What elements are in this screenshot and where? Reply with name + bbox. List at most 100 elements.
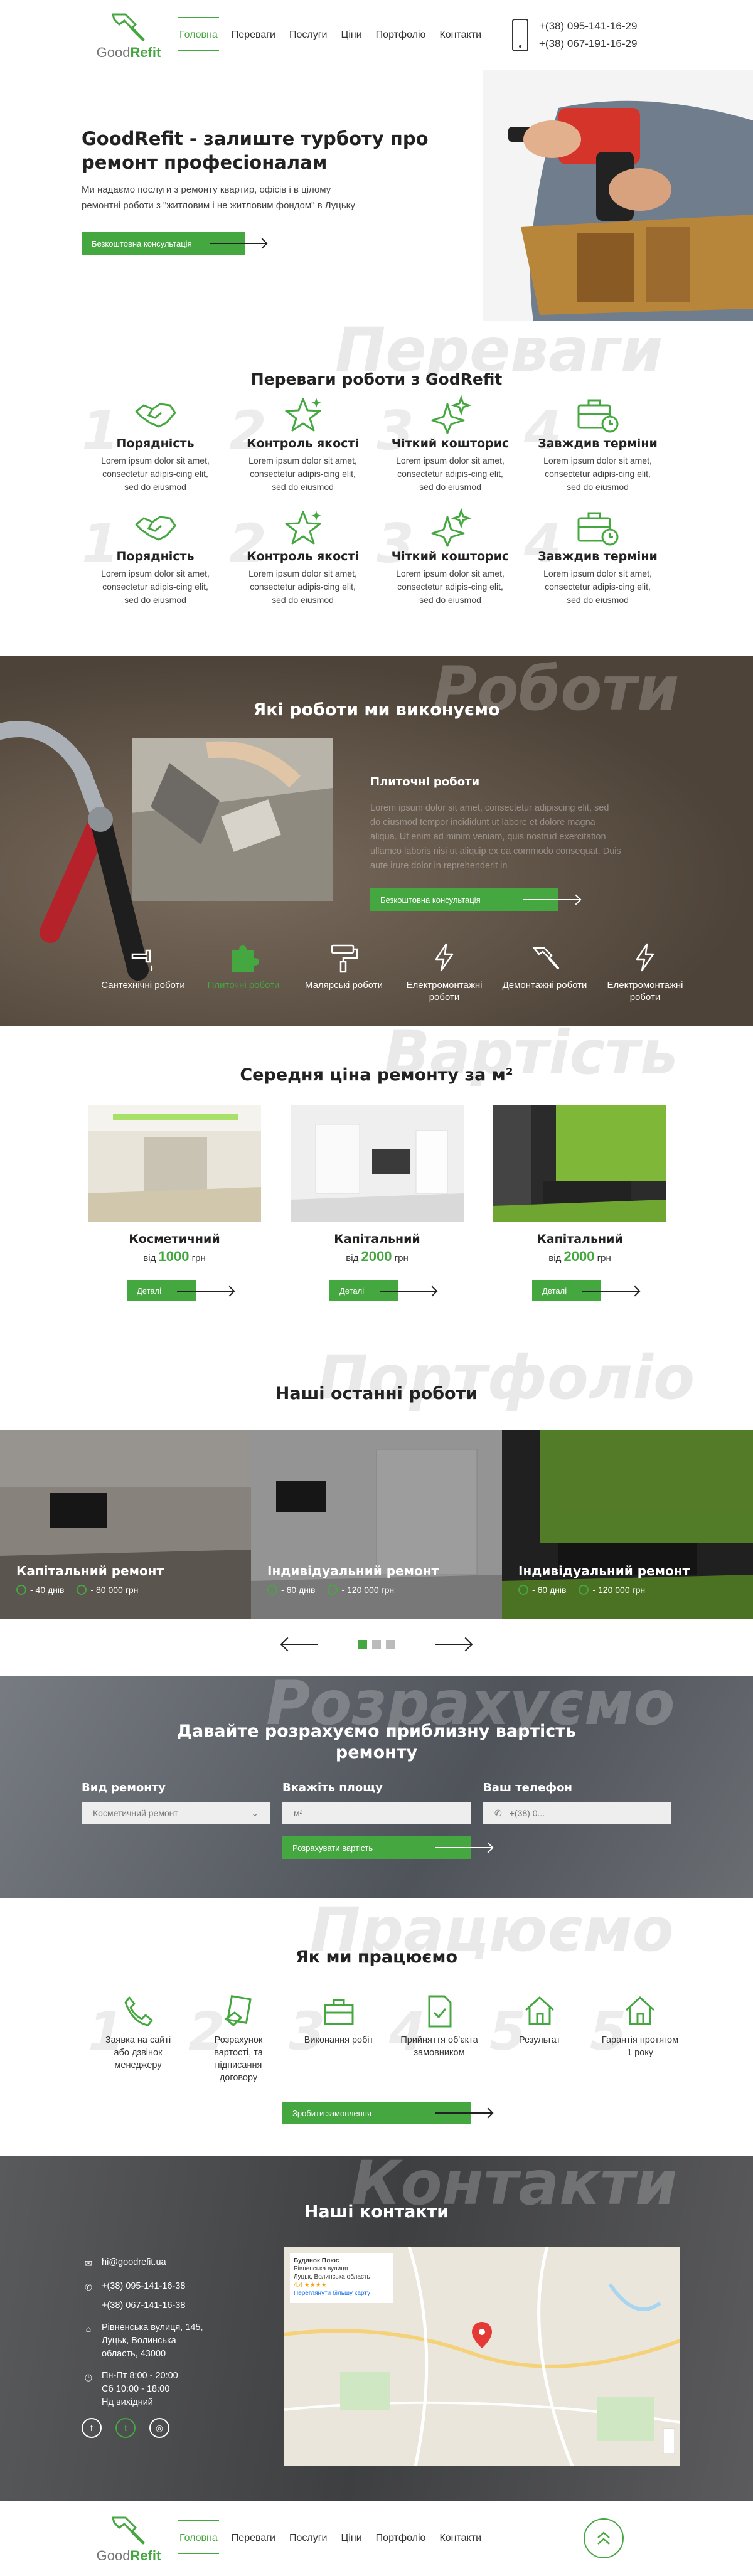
sparkle-icon: [429, 508, 473, 547]
slider-dot[interactable]: [386, 1640, 395, 1649]
slider-dot[interactable]: [358, 1640, 367, 1649]
location-pin-icon: ⌂: [85, 2324, 92, 2334]
contact-address: Рівненська вулиця, 145, Луцьк, Волинська…: [102, 2323, 203, 2359]
phone-2[interactable]: +(38) 067-191-16-29: [539, 35, 637, 53]
footer-logo[interactable]: GoodRefit: [88, 2513, 169, 2564]
steps-list: 1 Заявка на сайті або дзвінок менеджеру 2…: [88, 1994, 690, 2084]
feature-item: 3 Чіткий кошторис Lorem ipsum dolor sit am…: [376, 508, 524, 605]
footer-nav-portfolio[interactable]: Портфоліо: [376, 2529, 426, 2548]
how-title: Як ми працюємо: [296, 1947, 457, 1967]
sparkle-icon: [429, 395, 473, 434]
nav-item-contacts[interactable]: Контакти: [439, 26, 481, 45]
service-tiling[interactable]: Плиточні роботи: [193, 942, 294, 1003]
nav-item-services[interactable]: Послуги: [289, 26, 328, 45]
features-section: Переваги Переваги роботи з GodRefit 1 Пор…: [0, 315, 753, 656]
handshake-icon: [134, 395, 178, 434]
document-check-icon: [389, 1994, 489, 2031]
area-label: Вкажіть площу: [282, 1781, 383, 1794]
service-electric[interactable]: Електромонтажні роботи: [394, 942, 494, 1003]
hero-worker-photo: [483, 70, 753, 321]
hero-text: Ми надаємо послуги з ремонту квартир, оф…: [82, 184, 355, 211]
works-active-text: Lorem ipsum dolor sit amet, consectetur …: [370, 803, 621, 871]
service-plumbing[interactable]: Сантехнічні роботи: [93, 942, 193, 1003]
arrow-right-icon: [210, 243, 266, 244]
price-card: Капітальний від 2000 грн Деталі: [291, 1105, 464, 1301]
step-item: 2 Розрахунок вартості, та підписання дого…: [188, 1994, 289, 2084]
main-nav: Головна Переваги Послуги Ціни Портфоліо …: [178, 17, 495, 51]
twitter-icon[interactable]: t: [115, 2418, 136, 2438]
price-card: Капітальний від 2000 грн Деталі: [493, 1105, 666, 1301]
footer-nav-prices[interactable]: Ціни: [341, 2529, 362, 2548]
works-consult-button[interactable]: Безкоштовна консультація: [370, 888, 580, 911]
hours-weekdays: Пн-Пт 8:00 - 20:00: [102, 2371, 178, 2381]
nav-item-portfolio[interactable]: Портфоліо: [376, 26, 426, 45]
features-grid: 1 Порядність Lorem ipsum dolor sit amet, c…: [82, 395, 671, 605]
nav-item-prices[interactable]: Ціни: [341, 26, 362, 45]
logo[interactable]: GoodRefit: [88, 9, 169, 61]
footer-nav-services[interactable]: Послуги: [289, 2529, 328, 2548]
footer-nav-contacts[interactable]: Контакти: [439, 2529, 481, 2548]
service-painting[interactable]: Малярські роботи: [294, 942, 394, 1003]
portfolio-slide[interactable]: Індивідуальний ремонт - 60 днів - 120 000 …: [251, 1430, 502, 1619]
repair-type-label: Вид ремонту: [82, 1781, 166, 1794]
service-electric-2[interactable]: Електромонтажні роботи: [595, 942, 695, 1003]
phone-icon: ✆: [84, 2283, 93, 2293]
price-details-button[interactable]: Деталі: [329, 1280, 436, 1301]
arrow-left-icon[interactable]: [282, 1644, 318, 1645]
service-demolition[interactable]: Демонтажні роботи: [494, 942, 595, 1003]
works-title: Які роботи ми виконуємо: [253, 700, 500, 720]
phone-input[interactable]: ✆ +(38) 0...: [483, 1802, 671, 1824]
repair-type-select[interactable]: Косметичний ремонт ⌄: [82, 1802, 270, 1824]
phone-1[interactable]: +(38) 095-141-16-29: [539, 18, 637, 35]
handshake-icon: [134, 508, 178, 547]
works-section: Роботи Які роботи ми виконуємо Плиточні …: [0, 656, 753, 1026]
hero-section: GoodRefit - залиште турботу про ремонт п…: [0, 70, 753, 321]
nav-item-home[interactable]: Головна: [178, 17, 219, 51]
briefcase-clock-icon: [576, 395, 620, 434]
area-input[interactable]: м²: [282, 1802, 471, 1824]
portfolio-slide[interactable]: Індивідуальний ремонт - 60 днів - 120 000 …: [502, 1430, 753, 1619]
arrow-right-icon[interactable]: [435, 1644, 471, 1645]
slider-dot[interactable]: [372, 1640, 381, 1649]
briefcase-clock-icon: [576, 508, 620, 547]
contact-phone-2[interactable]: +(38) 067-141-16-38: [102, 2299, 185, 2313]
price-details-button[interactable]: Деталі: [127, 1280, 233, 1301]
logo-text: GoodRefit: [96, 2548, 161, 2563]
larger-map-link[interactable]: Переглянути більшу карту: [294, 2289, 390, 2297]
contact-phone-1[interactable]: +(38) 095-141-16-38: [102, 2280, 185, 2293]
price-photo: [493, 1105, 666, 1222]
hammer-icon: [494, 942, 595, 979]
price-details-button[interactable]: Деталі: [532, 1280, 639, 1301]
site-header: GoodRefit Головна Переваги Послуги Ціни …: [0, 0, 753, 70]
star-icon: [281, 508, 325, 547]
footer-nav-advantages[interactable]: Переваги: [232, 2529, 275, 2548]
arrow-right-icon: [435, 1847, 492, 1848]
step-item: 3 Виконання робіт: [289, 1994, 389, 2084]
price-photo: [88, 1105, 261, 1222]
lightning-icon: [595, 942, 695, 979]
arrow-right-icon: [177, 1291, 233, 1292]
order-button[interactable]: Зробити замовлення: [282, 2102, 492, 2124]
hours-saturday: Сб 10:00 - 18:00: [102, 2384, 170, 2394]
instagram-icon[interactable]: ◎: [149, 2418, 169, 2438]
step-item: 4 Прийняття об'єкта замовником: [389, 1994, 489, 2084]
arrow-right-icon: [523, 899, 580, 900]
portfolio-slide[interactable]: Капітальний ремонт - 40 днів - 80 000 грн: [0, 1430, 251, 1619]
contact-email[interactable]: hi@goodrefit.ua: [102, 2256, 166, 2271]
clock-icon: [518, 1585, 528, 1595]
clock-icon: [16, 1585, 26, 1595]
nav-item-advantages[interactable]: Переваги: [232, 26, 275, 45]
scroll-to-top-button[interactable]: [584, 2518, 624, 2558]
price-photo: [291, 1105, 464, 1222]
house-icon: [590, 1994, 690, 2031]
hero-consult-button[interactable]: Безкоштовна консультація: [82, 232, 266, 255]
facebook-icon[interactable]: f: [82, 2418, 102, 2438]
footer-nav-home[interactable]: Головна: [178, 2520, 219, 2554]
services-list: Сантехнічні роботи Плиточні роботи Маляр…: [93, 942, 695, 1003]
feature-item: 4 Завждив терміни Lorem ipsum dolor sit am…: [524, 395, 671, 492]
map[interactable]: Будинок Плюс Рівненська вулиця Луцьк, Во…: [284, 2247, 680, 2466]
calculate-button[interactable]: Розрахувати вартість: [282, 1836, 492, 1859]
step-item: 1 Заявка на сайті або дзвінок менеджеру: [88, 1994, 188, 2084]
prices-title: Середня ціна ремонту за м²: [240, 1065, 513, 1085]
map-info-card: Будинок Плюс Рівненська вулиця Луцьк, Во…: [290, 2253, 393, 2303]
